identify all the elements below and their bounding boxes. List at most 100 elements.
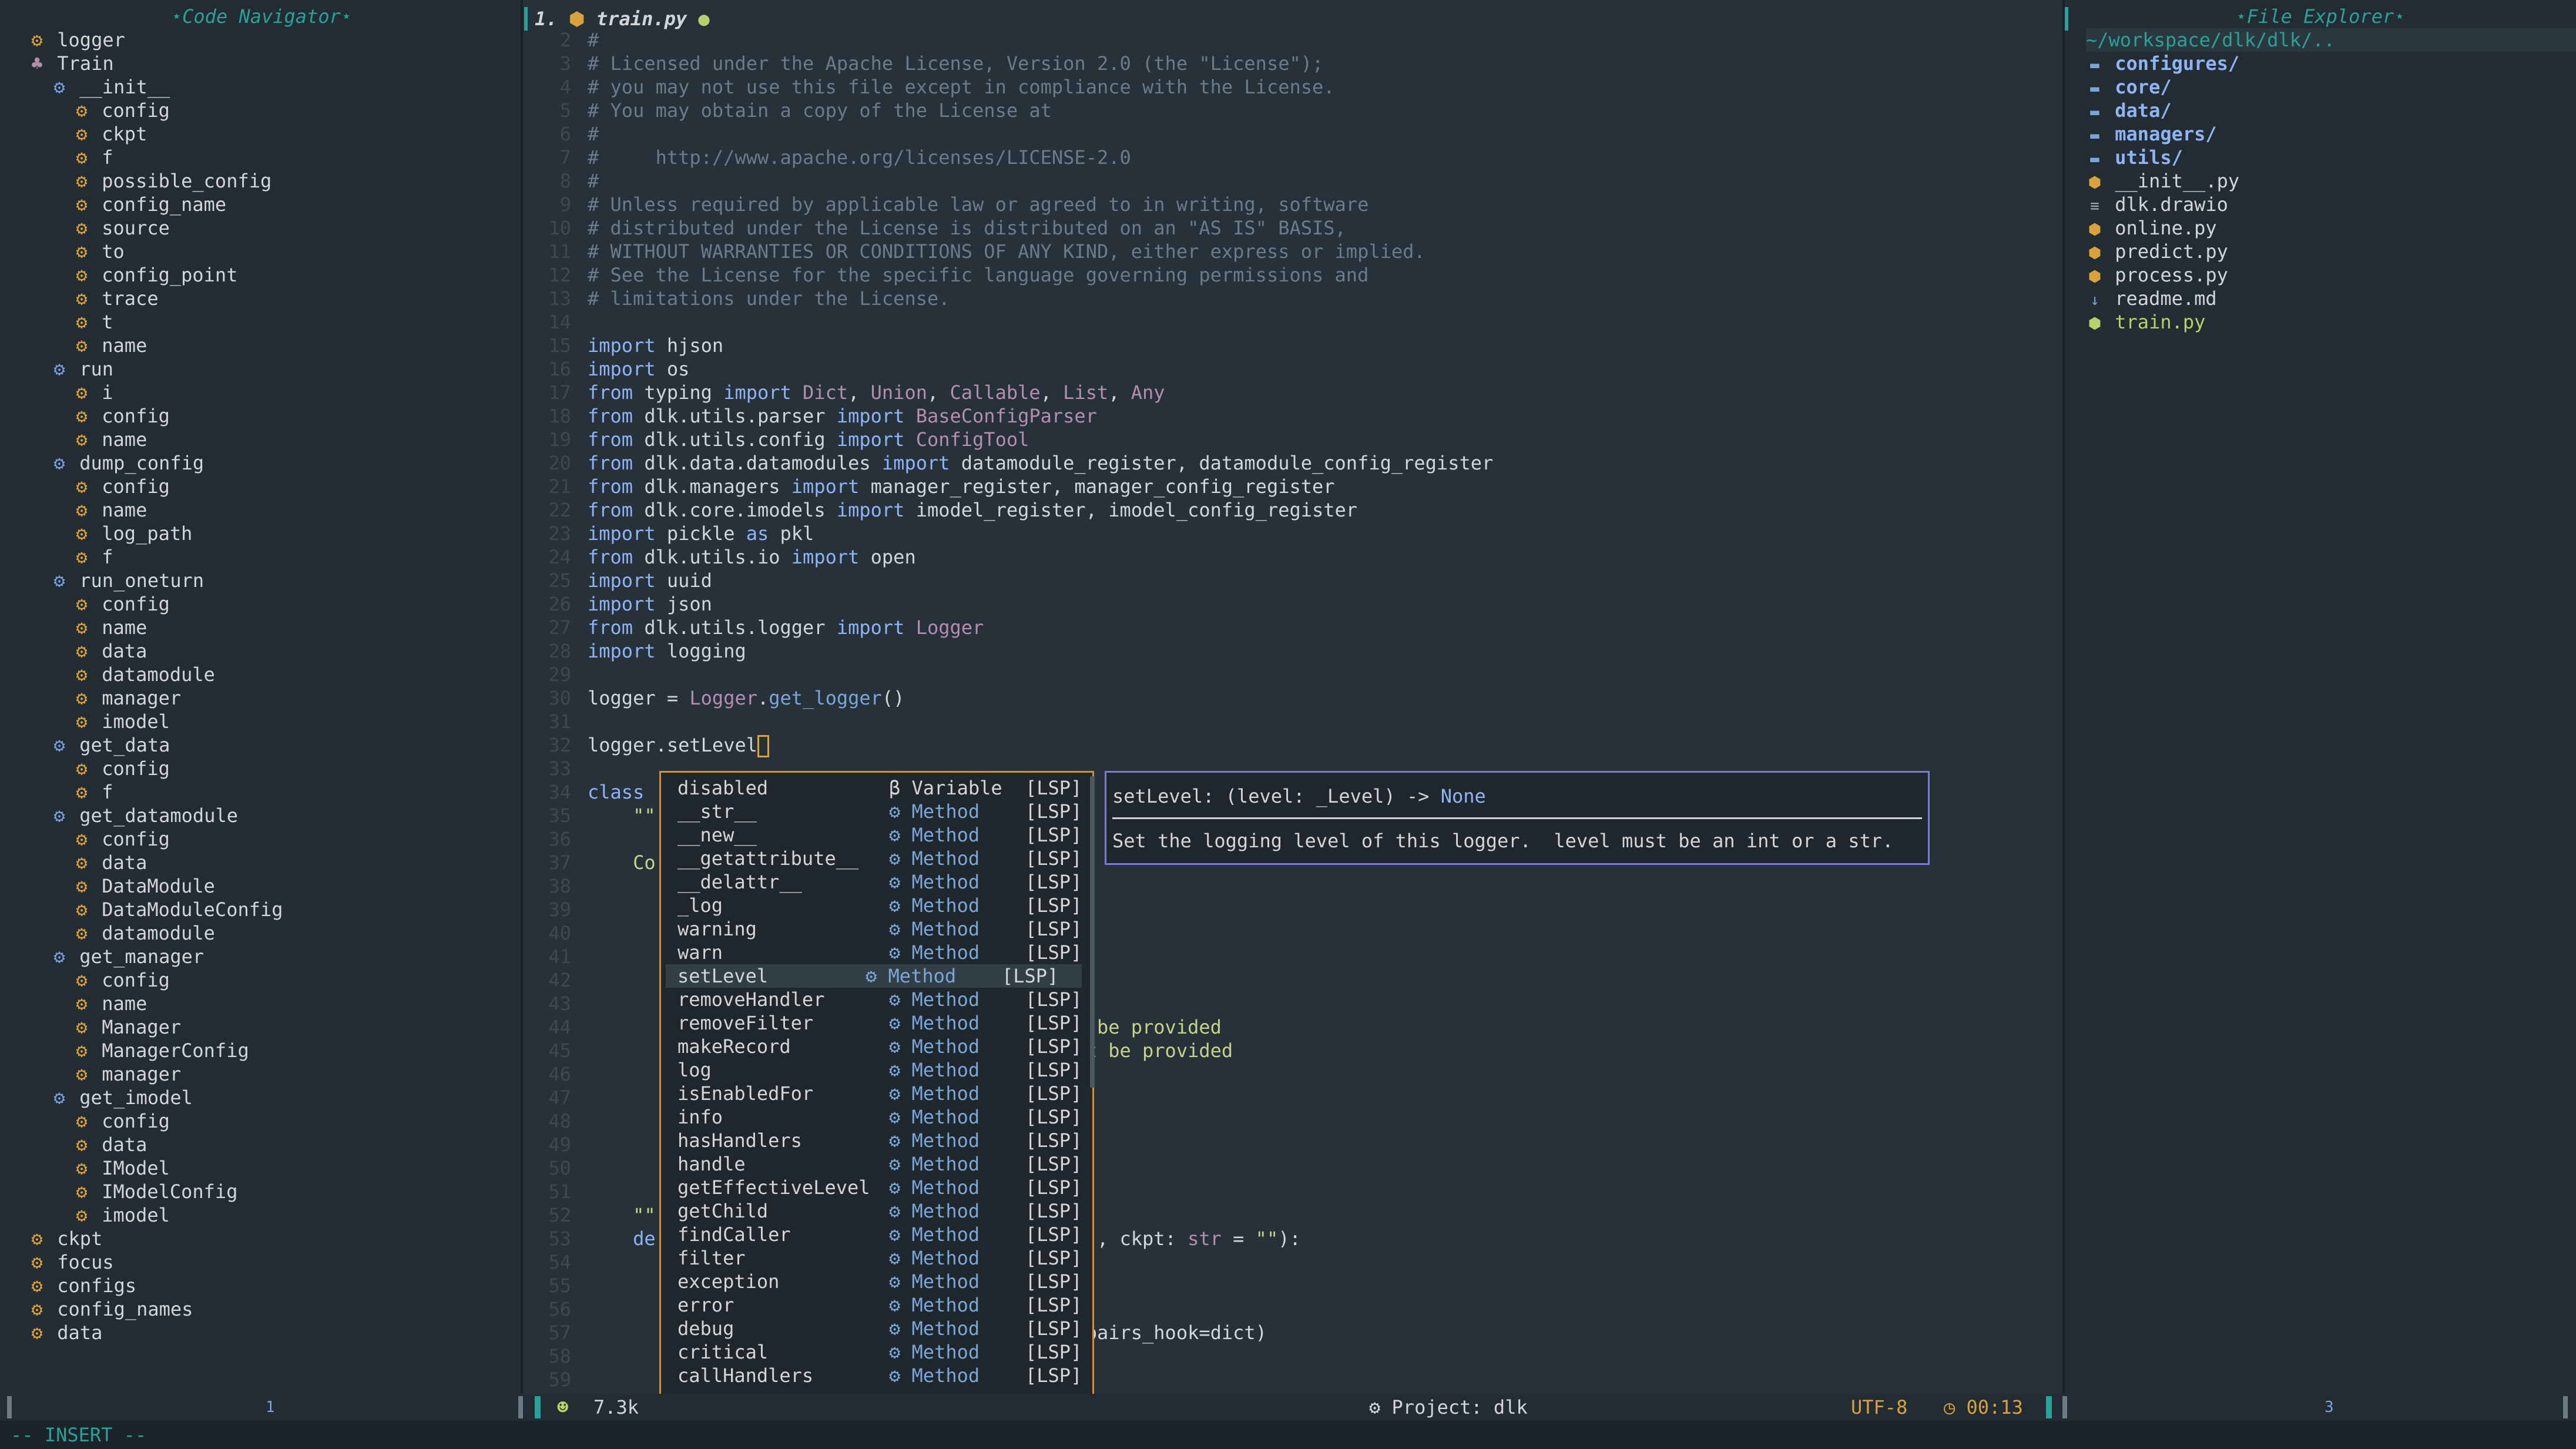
navigator-item[interactable]: ⚙ data <box>73 851 147 874</box>
completion-item[interactable]: hasHandlers ⚙ Method [LSP] <box>677 1129 1083 1152</box>
navigator-item[interactable]: ⚙ i <box>73 381 113 404</box>
code-line[interactable]: # distributed under the License is distr… <box>588 216 1346 240</box>
code-line[interactable]: "" <box>588 1203 656 1227</box>
navigator-item[interactable]: ⚙ config <box>73 1109 170 1133</box>
navigator-item[interactable]: ⚙ imodel <box>73 710 170 733</box>
navigator-item[interactable]: ⚙ DataModuleConfig <box>73 898 283 921</box>
completion-item[interactable]: _log ⚙ Method [LSP] <box>677 894 1083 917</box>
navigator-item[interactable]: ⚙ ManagerConfig <box>73 1039 249 1062</box>
navigator-item[interactable]: ⚙ f <box>73 146 113 169</box>
code-line[interactable]: import json <box>588 592 712 616</box>
navigator-item[interactable]: ⚙ dump_config <box>51 451 204 475</box>
file-item[interactable]: ≡ dlk.drawio <box>2086 193 2228 216</box>
code-line[interactable]: # <box>588 122 599 146</box>
code-line[interactable]: # you may not use this file except in co… <box>588 75 1335 99</box>
completion-item[interactable]: setLevel ⚙ Method [LSP] <box>666 964 1082 988</box>
code-line[interactable]: # See the License for the specific langu… <box>588 263 1368 287</box>
navigator-item[interactable]: ⚙ name <box>73 616 147 639</box>
code-line[interactable]: # limitations under the License. <box>588 287 950 310</box>
completion-item[interactable]: removeHandler ⚙ Method [LSP] <box>677 988 1083 1011</box>
code-line[interactable]: from dlk.data.datamodules import datamod… <box>588 451 1493 475</box>
file-item[interactable]: ⬢ predict.py <box>2086 240 2228 263</box>
completion-item[interactable]: __str__ ⚙ Method [LSP] <box>677 800 1083 823</box>
navigator-item[interactable]: ⚙ focus <box>28 1250 113 1274</box>
code-line[interactable]: logger = Logger.get_logger() <box>588 686 904 710</box>
completion-item[interactable]: removeFilter ⚙ Method [LSP] <box>677 1011 1083 1035</box>
code-line[interactable]: Co <box>588 851 656 874</box>
navigator-item[interactable]: ⚙ name <box>73 498 147 522</box>
code-line[interactable]: # <box>588 28 599 52</box>
navigator-item[interactable]: ⚙ name <box>73 334 147 357</box>
completion-item[interactable]: debug ⚙ Method [LSP] <box>677 1317 1083 1340</box>
navigator-item[interactable]: ⚙ f <box>73 545 113 569</box>
completion-item[interactable]: isEnabledFor ⚙ Method [LSP] <box>677 1082 1083 1105</box>
code-line[interactable]: import hjson <box>588 334 723 357</box>
file-item[interactable]: ▬ configures/ <box>2086 52 2239 75</box>
navigator-item[interactable]: ⚙ data <box>28 1321 102 1344</box>
navigator-item[interactable]: ⚙ trace <box>73 287 158 310</box>
code-line[interactable]: logger.setLevel <box>588 733 769 757</box>
file-item[interactable]: ▬ utils/ <box>2086 146 2183 169</box>
navigator-item[interactable]: ⚙ IModelConfig <box>73 1180 237 1203</box>
code-line[interactable]: "" <box>588 804 656 827</box>
navigator-item[interactable]: ⚙ Manager <box>73 1015 181 1039</box>
file-item[interactable]: ▬ core/ <box>2086 75 2171 99</box>
navigator-item[interactable]: ⚙ logger <box>28 28 125 52</box>
file-item[interactable]: ⬢ online.py <box>2086 216 2217 240</box>
navigator-item[interactable]: ⚙ IModel <box>73 1156 170 1180</box>
completion-item[interactable]: __new__ ⚙ Method [LSP] <box>677 823 1083 847</box>
navigator-item[interactable]: ⚙ config_point <box>73 263 237 287</box>
navigator-item[interactable]: ⚙ run <box>51 357 113 381</box>
code-line[interactable]: class <box>588 780 644 804</box>
code-line[interactable]: # http://www.apache.org/licenses/LICENSE… <box>588 146 1131 169</box>
file-item[interactable]: ▬ data/ <box>2086 99 2171 122</box>
navigator-item[interactable]: ⚙ config <box>73 757 170 780</box>
code-line[interactable]: from typing import Dict, Union, Callable… <box>588 381 1165 404</box>
code-line[interactable]: # Licensed under the Apache License, Ver… <box>588 52 1323 75</box>
completion-item[interactable]: filter ⚙ Method [LSP] <box>677 1246 1083 1270</box>
completion-item[interactable]: critical ⚙ Method [LSP] <box>677 1340 1083 1364</box>
completion-item[interactable]: findCaller ⚙ Method [LSP] <box>677 1223 1083 1246</box>
code-line[interactable]: # <box>588 169 599 193</box>
completion-item[interactable]: getEffectiveLevel ⚙ Method [LSP] <box>677 1176 1083 1199</box>
navigator-item[interactable]: ⚙ get_imodel <box>51 1086 193 1109</box>
completion-item[interactable]: getChild ⚙ Method [LSP] <box>677 1199 1083 1223</box>
code-line[interactable]: import uuid <box>588 569 712 592</box>
navigator-item[interactable]: ⚙ config_name <box>73 193 226 216</box>
navigator-item[interactable]: ⚙ to <box>73 240 124 263</box>
completion-item[interactable]: error ⚙ Method [LSP] <box>677 1293 1083 1317</box>
navigator-item[interactable]: ⚙ config <box>73 404 170 428</box>
navigator-item[interactable]: ⚙ log_path <box>73 522 192 545</box>
navigator-item[interactable]: ⚙ f <box>73 780 113 804</box>
code-line[interactable]: # WITHOUT WARRANTIES OR CONDITIONS OF AN… <box>588 240 1425 263</box>
navigator-item[interactable]: ⚙ possible_config <box>73 169 271 193</box>
code-line[interactable]: from dlk.utils.config import ConfigTool <box>588 428 1029 451</box>
completion-scrollbar[interactable] <box>1090 776 1095 1088</box>
completion-item[interactable]: warn ⚙ Method [LSP] <box>677 941 1083 964</box>
navigator-item[interactable]: ⚙ config_names <box>28 1297 193 1321</box>
navigator-item[interactable]: ⚙ datamodule <box>73 921 215 945</box>
completion-item[interactable]: __getattribute__ ⚙ Method [LSP] <box>677 847 1083 870</box>
completion-item[interactable]: log ⚙ Method [LSP] <box>677 1058 1083 1082</box>
file-item[interactable]: ▬ managers/ <box>2086 122 2216 146</box>
navigator-item[interactable]: ⚙ name <box>73 428 147 451</box>
navigator-item[interactable]: ⚙ run_oneturn <box>51 569 204 592</box>
navigator-item[interactable]: ⚙ get_manager <box>51 945 204 968</box>
completion-item[interactable]: info ⚙ Method [LSP] <box>677 1105 1083 1129</box>
code-line[interactable]: # You may obtain a copy of the License a… <box>588 99 1052 122</box>
code-line[interactable]: from dlk.managers import manager_registe… <box>588 475 1335 498</box>
navigator-item[interactable]: ⚙ imodel <box>73 1203 170 1227</box>
navigator-item[interactable]: ⚙ configs <box>28 1274 136 1297</box>
navigator-item[interactable]: ⚙ __init__ <box>51 75 170 99</box>
project-indicator[interactable]: ⚙ Project: dlk <box>1369 1396 1528 1419</box>
navigator-item[interactable]: ♣ Train <box>28 52 113 75</box>
navigator-item[interactable]: ⚙ config <box>73 827 170 851</box>
navigator-item[interactable]: ⚙ manager <box>73 686 181 710</box>
code-line[interactable]: import pickle as pkl <box>588 522 814 545</box>
code-line[interactable]: from dlk.core.imodels import imodel_regi… <box>588 498 1357 522</box>
navigator-item[interactable]: ⚙ data <box>73 1133 147 1156</box>
completion-item[interactable]: handle ⚙ Method [LSP] <box>677 1152 1083 1176</box>
navigator-item[interactable]: ⚙ datamodule <box>73 663 215 686</box>
navigator-item[interactable]: ⚙ DataModule <box>73 874 215 898</box>
navigator-item[interactable]: ⚙ get_data <box>51 733 170 757</box>
